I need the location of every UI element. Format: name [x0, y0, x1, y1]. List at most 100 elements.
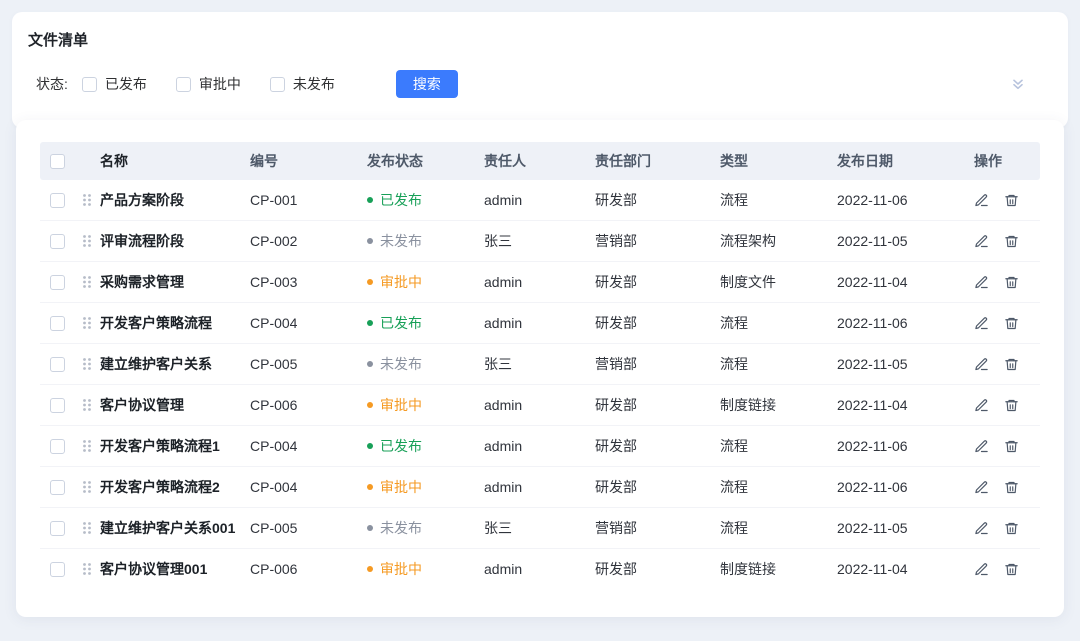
doc-type: 流程	[720, 313, 837, 333]
drag-handle-icon[interactable]	[81, 398, 93, 412]
edit-icon[interactable]	[974, 316, 989, 331]
publish-date: 2022-11-06	[837, 192, 974, 208]
filter-checkbox-published[interactable]: 已发布	[82, 74, 147, 94]
owner: admin	[484, 479, 595, 495]
drag-handle-icon[interactable]	[81, 480, 93, 494]
drag-handle-icon[interactable]	[81, 357, 93, 371]
edit-icon[interactable]	[974, 275, 989, 290]
col-header-ops: 操作	[974, 151, 1040, 171]
drag-handle-icon[interactable]	[81, 521, 93, 535]
col-header-owner: 责任人	[484, 151, 595, 171]
col-header-name: 名称	[100, 151, 250, 171]
checkbox-icon[interactable]	[270, 77, 285, 92]
edit-icon[interactable]	[974, 439, 989, 454]
doc-name: 建立维护客户关系	[100, 354, 250, 374]
filter-option-label: 未发布	[293, 74, 335, 94]
row-checkbox[interactable]	[50, 193, 65, 208]
delete-icon[interactable]	[1004, 234, 1019, 249]
edit-icon[interactable]	[974, 234, 989, 249]
select-all-checkbox[interactable]	[50, 154, 65, 169]
filter-checkbox-unpublished[interactable]: 未发布	[270, 74, 335, 94]
table-row: 评审流程阶段 CP-002 未发布 张三 营销部 流程架构 2022-11-05	[40, 221, 1040, 262]
doc-type: 流程架构	[720, 231, 837, 251]
drag-handle-icon[interactable]	[81, 316, 93, 330]
col-header-status: 发布状态	[367, 151, 484, 171]
doc-type: 流程	[720, 354, 837, 374]
col-header-dept: 责任部门	[595, 151, 720, 171]
drag-handle-icon[interactable]	[81, 562, 93, 576]
doc-name: 开发客户策略流程2	[100, 477, 250, 497]
row-checkbox[interactable]	[50, 234, 65, 249]
department: 营销部	[595, 518, 720, 538]
row-checkbox[interactable]	[50, 398, 65, 413]
checkbox-icon[interactable]	[176, 77, 191, 92]
publish-date: 2022-11-05	[837, 356, 974, 372]
row-checkbox[interactable]	[50, 562, 65, 577]
doc-code: CP-001	[250, 192, 367, 208]
row-checkbox[interactable]	[50, 480, 65, 495]
row-checkbox[interactable]	[50, 357, 65, 372]
row-checkbox[interactable]	[50, 439, 65, 454]
search-button[interactable]: 搜索	[396, 70, 458, 98]
owner: admin	[484, 315, 595, 331]
status-dot-icon	[367, 484, 373, 490]
filter-row: 状态: 已发布 审批中 未发布 搜索	[36, 70, 1052, 98]
doc-name: 客户协议管理	[100, 395, 250, 415]
doc-code: CP-004	[250, 438, 367, 454]
delete-icon[interactable]	[1004, 357, 1019, 372]
drag-handle-icon[interactable]	[81, 193, 93, 207]
doc-type: 制度文件	[720, 272, 837, 292]
status-text: 已发布	[380, 190, 422, 210]
delete-icon[interactable]	[1004, 275, 1019, 290]
filter-option-label: 审批中	[199, 74, 241, 94]
table-row: 产品方案阶段 CP-001 已发布 admin 研发部 流程 2022-11-0…	[40, 180, 1040, 221]
edit-icon[interactable]	[974, 562, 989, 577]
edit-icon[interactable]	[974, 357, 989, 372]
department: 研发部	[595, 313, 720, 333]
department: 营销部	[595, 354, 720, 374]
doc-type: 制度链接	[720, 395, 837, 415]
table-header-row: 名称 编号 发布状态 责任人 责任部门 类型 发布日期 操作	[40, 142, 1040, 180]
table-row: 采购需求管理 CP-003 审批中 admin 研发部 制度文件 2022-11…	[40, 262, 1040, 303]
status-dot-icon	[367, 361, 373, 367]
drag-handle-icon[interactable]	[81, 275, 93, 289]
doc-code: CP-004	[250, 315, 367, 331]
double-chevron-down-icon[interactable]	[1010, 76, 1026, 92]
filter-checkbox-approving[interactable]: 审批中	[176, 74, 241, 94]
drag-handle-icon[interactable]	[81, 234, 93, 248]
status-dot-icon	[367, 320, 373, 326]
row-checkbox[interactable]	[50, 521, 65, 536]
owner: admin	[484, 438, 595, 454]
status-dot-icon	[367, 566, 373, 572]
owner: admin	[484, 397, 595, 413]
department: 研发部	[595, 436, 720, 456]
doc-code: CP-003	[250, 274, 367, 290]
drag-handle-icon[interactable]	[81, 439, 93, 453]
col-header-date: 发布日期	[837, 151, 974, 171]
publish-date: 2022-11-06	[837, 438, 974, 454]
edit-icon[interactable]	[974, 193, 989, 208]
status-badge: 审批中	[367, 559, 422, 579]
edit-icon[interactable]	[974, 480, 989, 495]
delete-icon[interactable]	[1004, 562, 1019, 577]
table-body: 产品方案阶段 CP-001 已发布 admin 研发部 流程 2022-11-0…	[40, 180, 1040, 589]
edit-icon[interactable]	[974, 521, 989, 536]
delete-icon[interactable]	[1004, 193, 1019, 208]
row-checkbox[interactable]	[50, 316, 65, 331]
delete-icon[interactable]	[1004, 439, 1019, 454]
table-row: 建立维护客户关系001 CP-005 未发布 张三 营销部 流程 2022-11…	[40, 508, 1040, 549]
delete-icon[interactable]	[1004, 521, 1019, 536]
edit-icon[interactable]	[974, 398, 989, 413]
row-checkbox[interactable]	[50, 275, 65, 290]
checkbox-icon[interactable]	[82, 77, 97, 92]
table-card: 名称 编号 发布状态 责任人 责任部门 类型 发布日期 操作 产品方案阶段 CP…	[16, 120, 1064, 617]
doc-name: 客户协议管理001	[100, 559, 250, 579]
status-dot-icon	[367, 279, 373, 285]
delete-icon[interactable]	[1004, 480, 1019, 495]
status-badge: 未发布	[367, 518, 422, 538]
doc-type: 流程	[720, 477, 837, 497]
delete-icon[interactable]	[1004, 316, 1019, 331]
delete-icon[interactable]	[1004, 398, 1019, 413]
filter-option-label: 已发布	[105, 74, 147, 94]
doc-type: 流程	[720, 436, 837, 456]
